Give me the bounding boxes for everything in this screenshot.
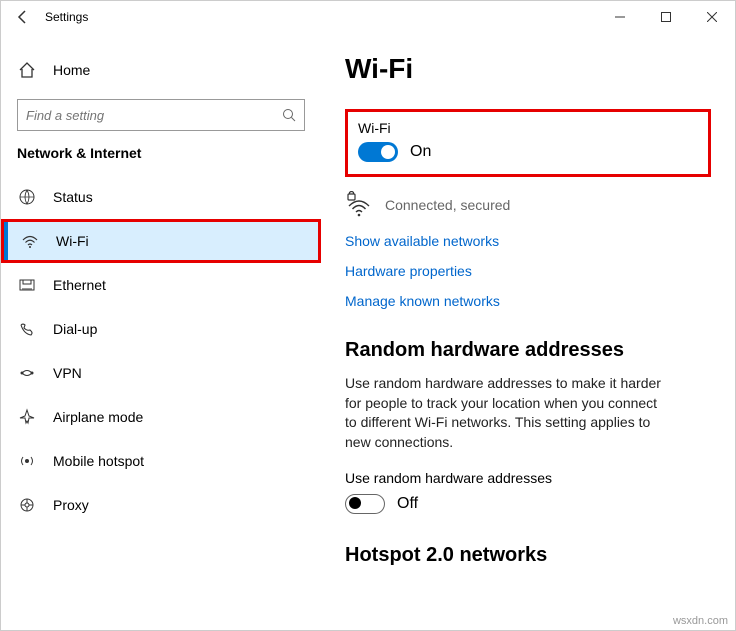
minimize-button[interactable]	[597, 1, 643, 33]
search-box[interactable]	[17, 99, 305, 131]
back-button[interactable]	[1, 1, 45, 32]
home-icon	[17, 61, 37, 79]
close-button[interactable]	[689, 1, 735, 33]
search-icon	[282, 108, 296, 122]
sidebar-item-ethernet[interactable]: Ethernet	[1, 263, 321, 307]
watermark: wsxdn.com	[673, 615, 728, 627]
hotspot-heading: Hotspot 2.0 networks	[345, 544, 711, 567]
sidebar-item-label: Dial-up	[53, 321, 97, 337]
sidebar-item-proxy[interactable]: Proxy	[1, 483, 321, 527]
sidebar-item-dialup[interactable]: Dial-up	[1, 307, 321, 351]
category-header: Network & Internet	[1, 131, 321, 169]
wifi-secured-icon	[345, 191, 373, 219]
sidebar-item-label: Ethernet	[53, 277, 106, 293]
sidebar-item-status[interactable]: Status	[1, 175, 321, 219]
connection-status: Connected, secured	[345, 191, 711, 219]
proxy-icon	[17, 496, 37, 514]
vpn-icon	[17, 364, 37, 382]
maximize-button[interactable]	[643, 1, 689, 33]
wifi-toggle-state: On	[410, 143, 431, 161]
page-title: Wi-Fi	[345, 53, 711, 85]
sidebar-item-hotspot[interactable]: Mobile hotspot	[1, 439, 321, 483]
sidebar-item-label: Wi-Fi	[56, 233, 89, 249]
sidebar-item-wifi[interactable]: Wi-Fi	[1, 219, 321, 263]
random-setting-label: Use random hardware addresses	[345, 470, 711, 486]
sidebar-item-label: Status	[53, 189, 93, 205]
link-manage-known[interactable]: Manage known networks	[345, 293, 711, 309]
minimize-icon	[615, 12, 625, 22]
home-label: Home	[53, 62, 90, 78]
wifi-icon	[20, 232, 40, 250]
sidebar-item-vpn[interactable]: VPN	[1, 351, 321, 395]
random-toggle[interactable]	[345, 494, 385, 514]
sidebar: Home Network & Internet Status Wi-Fi	[1, 33, 321, 630]
status-icon	[17, 188, 37, 206]
sidebar-item-airplane[interactable]: Airplane mode	[1, 395, 321, 439]
sidebar-item-label: Airplane mode	[53, 409, 143, 425]
random-toggle-state: Off	[397, 495, 418, 513]
link-hardware-props[interactable]: Hardware properties	[345, 263, 711, 279]
home-nav[interactable]: Home	[1, 51, 321, 89]
connection-status-text: Connected, secured	[385, 197, 510, 213]
sidebar-item-label: Mobile hotspot	[53, 453, 144, 469]
wifi-toggle[interactable]	[358, 142, 398, 162]
dialup-icon	[17, 320, 37, 338]
sidebar-item-label: VPN	[53, 365, 82, 381]
close-icon	[707, 12, 717, 22]
airplane-icon	[17, 408, 37, 426]
window-title: Settings	[45, 10, 597, 24]
arrow-left-icon	[15, 9, 31, 25]
search-input[interactable]	[26, 108, 282, 123]
maximize-icon	[661, 12, 671, 22]
hotspot-icon	[17, 452, 37, 470]
random-description: Use random hardware addresses to make it…	[345, 374, 665, 452]
wifi-toggle-label: Wi-Fi	[358, 120, 698, 136]
ethernet-icon	[17, 276, 37, 294]
random-heading: Random hardware addresses	[345, 339, 711, 362]
link-show-available[interactable]: Show available networks	[345, 233, 711, 249]
wifi-toggle-card: Wi-Fi On	[345, 109, 711, 177]
main-panel: Wi-Fi Wi-Fi On Connected, secured Show a…	[321, 33, 735, 630]
titlebar: Settings	[1, 1, 735, 33]
sidebar-item-label: Proxy	[53, 497, 89, 513]
